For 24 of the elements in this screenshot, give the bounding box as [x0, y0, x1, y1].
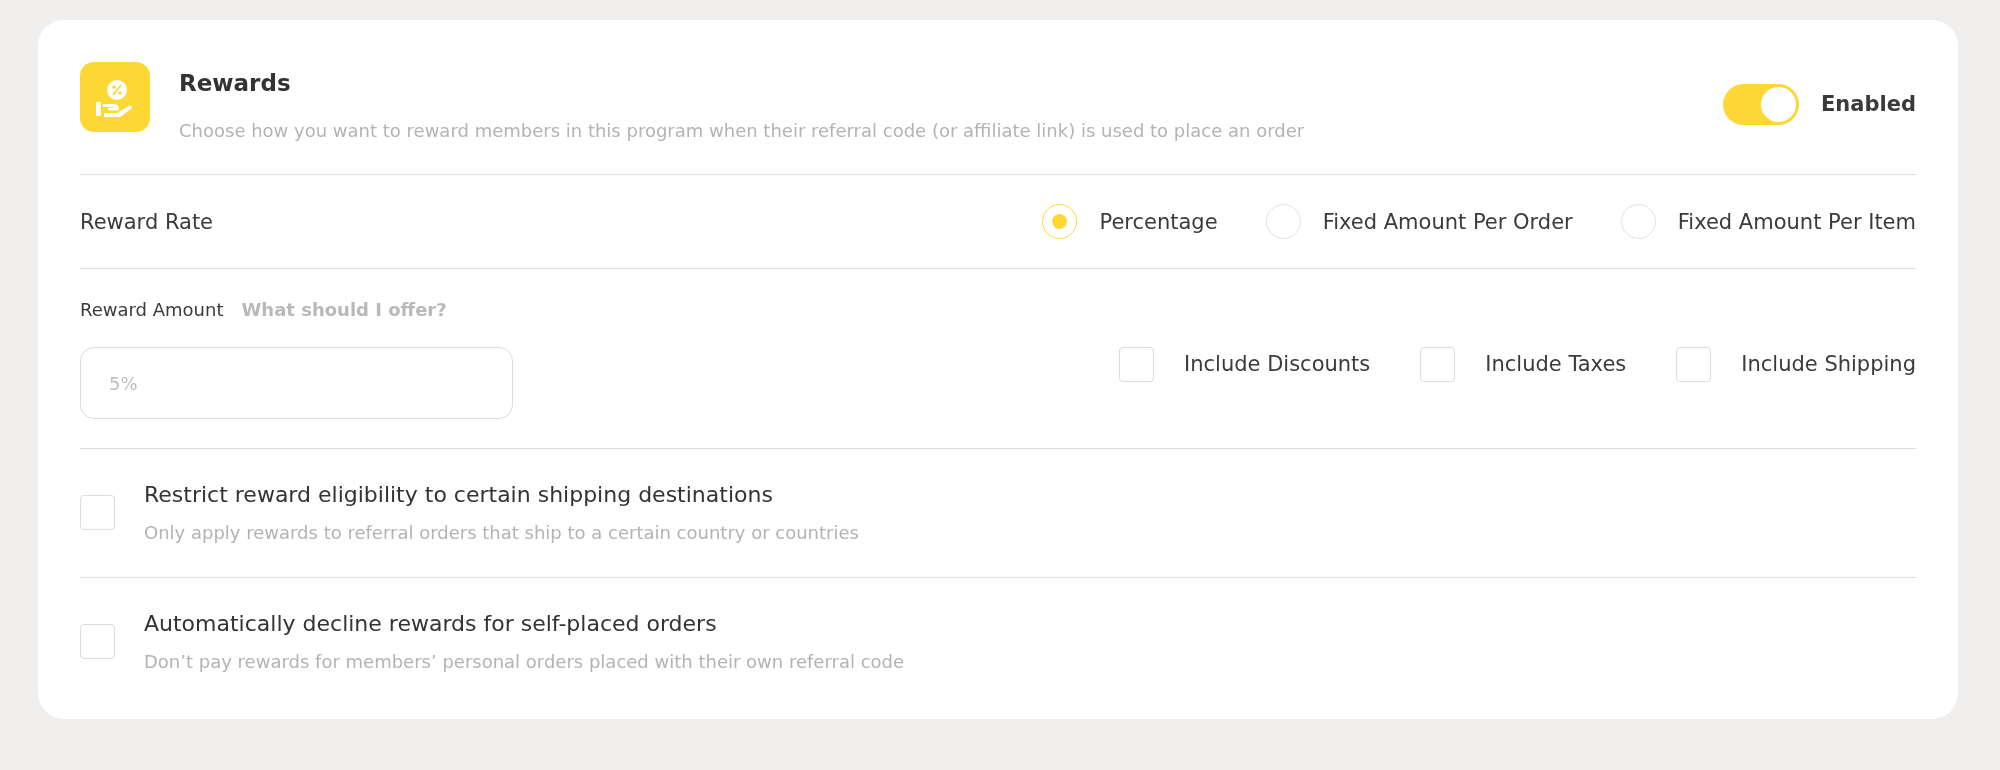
help-link[interactable]: What should I offer?: [241, 299, 447, 321]
section-description: Choose how you want to reward members in this program when their referral code (or affiliate link) is used to place an order: [179, 120, 1306, 142]
reward-amount-label: Reward Amount: [80, 299, 224, 321]
checkbox-label: Include Shipping: [1741, 352, 1916, 376]
section-title: Rewards: [179, 70, 292, 96]
reward-rate-label: Reward Rate: [80, 209, 214, 234]
radio-label: Fixed Amount Per Order: [1322, 209, 1573, 234]
checkbox[interactable]: [1676, 346, 1712, 382]
toggle-label: Enabled: [1821, 92, 1916, 116]
checkbox[interactable]: [80, 624, 115, 659]
option-title: Automatically decline rewards for self-placed orders: [144, 610, 718, 638]
checkbox[interactable]: [1119, 346, 1154, 382]
enabled-toggle[interactable]: [1723, 83, 1799, 125]
option-description: Only apply rewards to referral orders that ship to a certain country or countries: [144, 522, 859, 544]
option-description: Don’t pay rewards for members’ personal orders placed with their own referral code: [144, 651, 905, 673]
hand-coin-icon: [80, 62, 150, 132]
radio-label: Fixed Amount Per Item: [1677, 209, 1916, 234]
option-title: Restrict reward eligibility to certain shipping destinations: [144, 481, 774, 509]
checkbox[interactable]: [80, 495, 115, 530]
checkbox[interactable]: [1420, 346, 1456, 382]
reward-amount-input[interactable]: 5%: [80, 347, 513, 419]
radio-label: Percentage: [1099, 209, 1218, 234]
checkbox-label: Include Taxes: [1485, 352, 1627, 376]
checkbox-label: Include Discounts: [1184, 352, 1371, 376]
